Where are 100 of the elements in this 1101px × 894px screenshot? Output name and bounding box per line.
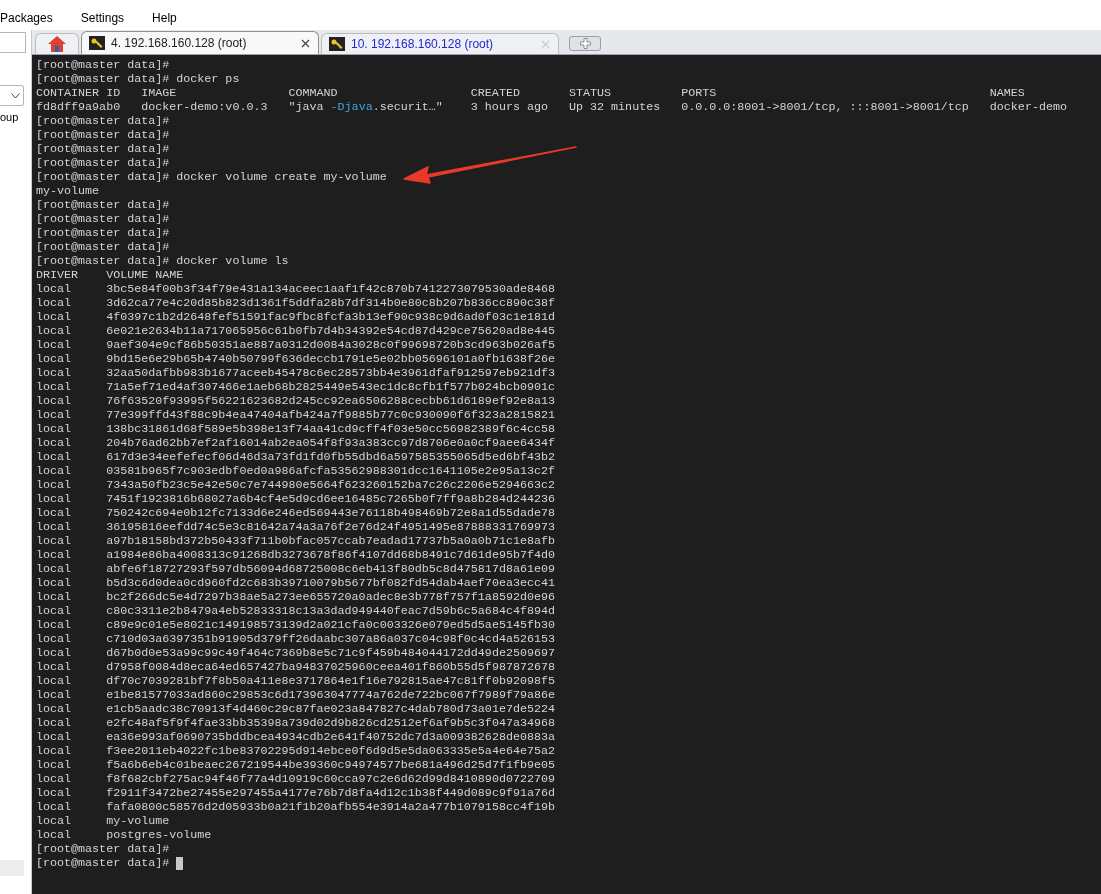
table-cell: local <box>36 758 72 772</box>
table-cell: fafa0800c58576d2d05933b0a21f1b20afb554e3914a2a477b1079158cc4f19b <box>106 800 555 814</box>
terminal-line: [root@master data]# <box>36 156 170 170</box>
table-cell: my-volume <box>106 814 170 828</box>
table-cell: local <box>36 828 72 842</box>
terminal-line: my-volume <box>36 184 100 198</box>
table-cell: local <box>36 646 72 660</box>
table-cell: local <box>36 660 72 674</box>
table-cell: postgres-volume <box>106 828 212 842</box>
table-cell: c710d03a6397351b91905d379ff26daabc307a86a037c04c98f0c4cd4a526153 <box>106 632 555 646</box>
table-cell: d67b0d0e53a99c99c49f464c7369b8e5c71c9f459b484044172dd49de2509697 <box>106 646 555 660</box>
table-cell: 617d3e34eefefecf06d46d3a73fd1fd0fb55dbd6a597585355065d5ed6bf43b2 <box>106 450 555 464</box>
home-tab[interactable] <box>35 33 79 54</box>
home-icon <box>47 35 67 53</box>
table-cell: fd8dff9a9ab0 <box>36 100 121 114</box>
table-cell: local <box>36 520 72 534</box>
menu-item[interactable]: Settings <box>80 12 125 24</box>
table-cell: local <box>36 296 72 310</box>
terminal-line: [root@master data]# docker volume create my-volume <box>36 170 387 184</box>
table-cell: local <box>36 604 72 618</box>
table-cell: local <box>36 786 72 800</box>
group-label: oup <box>0 110 20 124</box>
table-cell: local <box>36 450 72 464</box>
session-tab[interactable]: 4. 192.168.160.128 (root) <box>81 31 319 54</box>
table-cell: 71a5ef71ed4af307466e1aeb68b2825449e543ec1dc8cfb1f577b024bcb0901c <box>106 380 555 394</box>
table-cell: 0.0.0.0:8001->8001/tcp, :::8001->8001/tcp <box>681 100 969 114</box>
menu-item[interactable]: Help <box>152 12 177 24</box>
table-cell: local <box>36 590 72 604</box>
table-cell: local <box>36 436 72 450</box>
table-cell: 32aa50dafbb983b1677aceeb45478c6ec28573bb4e3961dfaf912597eb921df3 <box>106 366 555 380</box>
table-cell: local <box>36 814 72 828</box>
table-cell: local <box>36 464 72 478</box>
table-cell: Up 32 minutes <box>569 100 661 114</box>
table-cell: b5d3c6d0dea0cd960fd2c683b39710079b5677bf082fd54dab4aef70ea3ecc41 <box>106 576 555 590</box>
table-cell: 3d62ca77e4c20d85b823d1361f5ddfa28b7df314b0e80c8b207b836cc890c38f <box>106 296 555 310</box>
terminal-line: [root@master data]# <box>36 198 170 212</box>
table-cell: local <box>36 352 72 366</box>
input-field[interactable] <box>0 32 26 53</box>
table-cell: 36195816eefdd74c5e3c81642a74a3a76f2e76d24f4951495e87888331769973 <box>106 520 555 534</box>
table-cell: 4f0397c1b2d2648fef51591fac9fbc8fcfa3b13ef90c938c9d6ad0f03c1e181d <box>106 310 555 324</box>
table-cell: local <box>36 380 72 394</box>
terminal-line: [root@master data]# <box>36 212 170 226</box>
table-cell: a97b18158bd372b50433f711b0bfac057ccab7eadad17737b5a0a0b71c1e8afb <box>106 534 555 548</box>
terminal-line: [root@master data]# <box>36 842 170 856</box>
table-cell: e2fc48af5f9f4fae33bb35398a739d02d9b826cd2512ef6af9b5c3f047a34968 <box>106 716 555 730</box>
key-icon <box>89 36 105 50</box>
table-cell: local <box>36 478 72 492</box>
table-cell: local <box>36 492 72 506</box>
table-cell: CREATED <box>470 86 520 100</box>
table-cell: c89e9c01e5e8021c149198573139d2a021cfa0c003326e079ed5d5ae5145fb30 <box>106 618 555 632</box>
dropdown[interactable] <box>0 85 24 106</box>
table-cell: abfe6f18727293f597db56094d68725008c6eb413f80db5c8d475817d8a61e09 <box>106 562 555 576</box>
table-cell: 7343a50fb23c5e42e50c7e744980e5664f623260152ba7c26c2206e5294663c2 <box>106 478 555 492</box>
table-cell: local <box>36 310 72 324</box>
table-cell: df70c7039281bf7f8b50a411e8e3717864e1f16e792815ae47c81ff0b92098f5 <box>106 674 555 688</box>
table-cell: local <box>36 702 72 716</box>
table-cell: d7958f0084d8eca64ed657427ba94837025960ceea401f860b55d5f987872678 <box>106 660 555 674</box>
table-cell: f3ee2011eb4022fc1be83702295d914ebce0f6d9d5e5da063335e5a4e64e75a2 <box>106 744 555 758</box>
table-cell: NAMES <box>989 86 1025 100</box>
terminal-line: [root@master data]# <box>36 240 170 254</box>
table-cell: "java -Djava.securit…" <box>288 100 443 114</box>
table-cell: local <box>36 800 72 814</box>
table-cell: 7451f1923816b68027a6b4cf4e5d9cd6ee16485c7265b0f7ff9a8b284d244236 <box>106 492 555 506</box>
table-cell: f2911f3472be27455e297455a4177e76b7d8fa4d12c1b38f449d089c9f91a76d <box>106 786 555 800</box>
table-cell: bc2f266dc5e4d7297b38ae5a273ee655720a0adec8e3b778f757f1a8592d0e96 <box>106 590 555 604</box>
key-icon <box>329 37 345 51</box>
close-icon[interactable] <box>301 38 310 48</box>
table-cell: COMMAND <box>288 86 338 100</box>
table-cell: ea36e993af0690735bddbcea4934cdb2e641f40752dc7d3a009382628de0883a <box>106 730 555 744</box>
table-cell: STATUS <box>569 86 612 100</box>
table-cell: 03581b965f7c903edbf0ed0a986afcfa53562988301dcc1641105e2e95a13c2f <box>106 464 555 478</box>
new-tab-button[interactable] <box>569 36 601 51</box>
table-cell: DRIVER <box>36 268 79 282</box>
table-cell: docker-demo:v0.0.3 <box>141 100 268 114</box>
menu-item[interactable]: Packages <box>0 12 53 24</box>
table-cell: local <box>36 394 72 408</box>
table-cell: 204b76ad62bb7ef2af16014ab2ea054f8f93a383cc97d8706e0a0cf9aee6434f <box>106 436 555 450</box>
table-cell: local <box>36 618 72 632</box>
table-cell: local <box>36 506 72 520</box>
terminal-line: [root@master data]# <box>36 114 170 128</box>
table-cell: local <box>36 534 72 548</box>
table-cell: f8f682cbf275ac94f46f77a4d10919c60cca97c2e6d62d99d8410890d0722709 <box>106 772 555 786</box>
terminal-line: [root@master data]# docker ps <box>36 72 240 86</box>
table-cell: local <box>36 562 72 576</box>
terminal-line: [root@master data]# <box>36 58 170 72</box>
table-cell: 6e021e2634b11a717065956c61b0fb7d4b34392e54cd87d429ce75620ad8e445 <box>106 324 555 338</box>
plus-icon <box>579 38 591 49</box>
table-cell: 750242c694e0b12fc7133d6e246ed569443e76118b498469b72e8a1d55dade78 <box>106 506 555 520</box>
table-cell: local <box>36 674 72 688</box>
session-tab[interactable]: 10. 192.168.160.128 (root) <box>321 33 559 54</box>
terminal-line: [root@master data]# <box>36 128 170 142</box>
table-cell: c80c3311e2b8479a4eb52833318c13a3dad949440feac7d59b6c5a684c4f894d <box>106 604 555 618</box>
table-cell: 3 hours ago <box>470 100 548 114</box>
table-cell: local <box>36 716 72 730</box>
terminal-line: [root@master data]# <box>36 226 170 240</box>
table-cell: local <box>36 548 72 562</box>
table-cell: f5a6b6eb4c01beaec267219544be39360c94974577be681a496d25d7f1fb9e05 <box>106 758 555 772</box>
table-cell: local <box>36 772 72 786</box>
table-cell: 76f63520f93995f56221623682d245cc92ea6506288cecbb61d6189ef92e8a13 <box>106 394 555 408</box>
table-cell: local <box>36 576 72 590</box>
